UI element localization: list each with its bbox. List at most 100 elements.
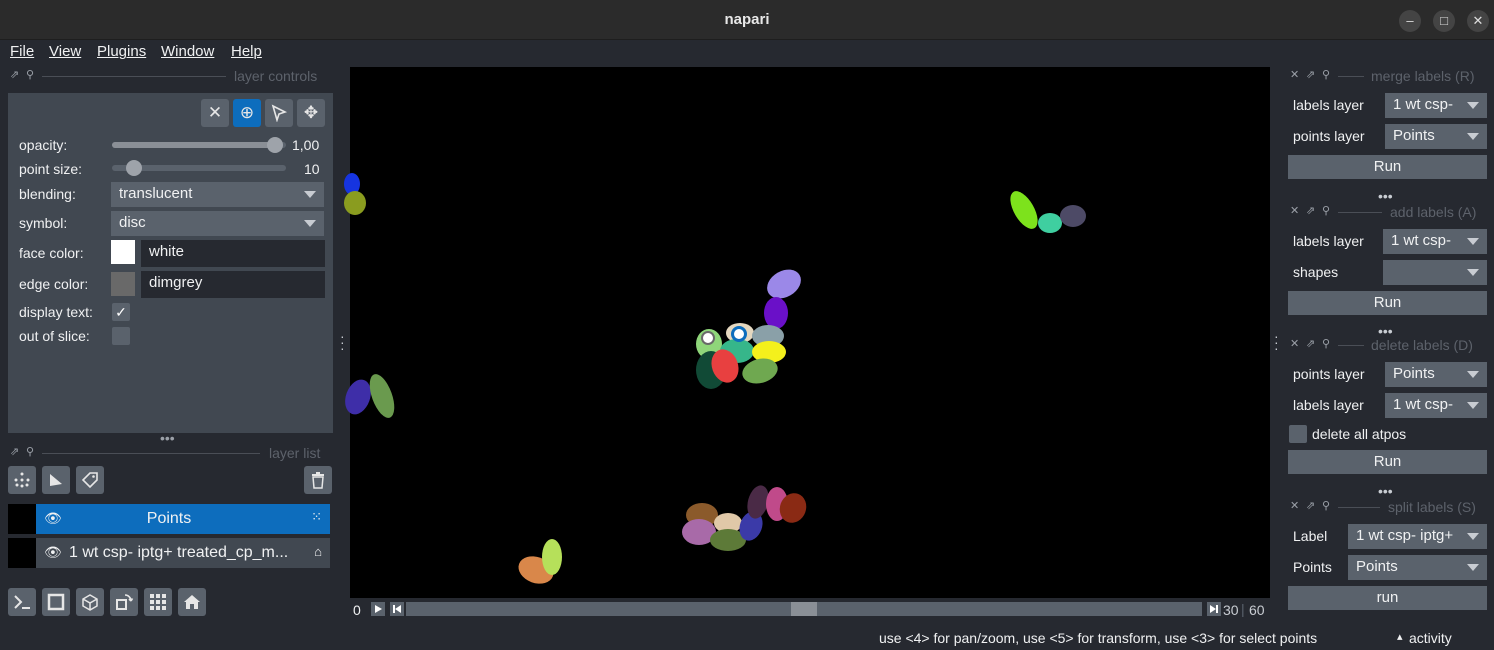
splitter-handle[interactable]: ••• xyxy=(160,430,175,446)
new-points-layer-icon[interactable] xyxy=(8,466,36,494)
image-canvas[interactable] xyxy=(340,67,1270,598)
merge-labels-layer-dropdown[interactable]: 1 wt csp- xyxy=(1385,93,1487,118)
activity-button[interactable]: activity xyxy=(1409,630,1452,646)
points-icon: ⁙ xyxy=(311,509,322,524)
label-icon: ⌂ xyxy=(314,544,322,559)
close-icon[interactable]: ✕ xyxy=(1467,10,1489,32)
merge-points-layer-value: Points xyxy=(1393,127,1435,144)
maximize-icon[interactable]: □ xyxy=(1433,10,1455,32)
point-marker-selected[interactable] xyxy=(731,326,747,342)
left-splitter-handle[interactable]: · · · xyxy=(340,329,346,355)
step-forward-icon[interactable] xyxy=(1207,602,1221,616)
layer-controls-panel: ✕ ⊕ ✥ opacity: 1,00 point size: 10 blend… xyxy=(8,93,333,433)
console-icon[interactable] xyxy=(8,588,36,616)
menu-window[interactable]: Window xyxy=(161,43,214,60)
out-of-slice-checkbox[interactable] xyxy=(112,327,130,345)
dims-slider-bar: 0 30 | 60 xyxy=(350,600,1270,620)
chevron-down-icon xyxy=(1467,402,1479,409)
float-icon[interactable]: ⇗ xyxy=(1306,337,1315,350)
dock-search-icon[interactable]: ⚲ xyxy=(1322,68,1330,81)
blending-dropdown[interactable]: translucent xyxy=(111,182,324,207)
point-marker[interactable] xyxy=(701,331,715,345)
status-bar: use <4> for pan/zoom, use <5> for transf… xyxy=(0,626,1494,650)
menu-view[interactable]: View xyxy=(49,43,81,60)
float-icon[interactable]: ⇗ xyxy=(10,445,19,458)
point-size-slider-handle[interactable] xyxy=(126,160,142,176)
delete-labels-layer-dropdown[interactable]: 1 wt csp- xyxy=(1385,393,1487,418)
menu-help[interactable]: Help xyxy=(231,43,262,60)
step-back-icon[interactable] xyxy=(390,602,404,616)
add-shapes-dropdown[interactable] xyxy=(1383,260,1487,285)
edge-color-input[interactable]: dimgrey xyxy=(141,271,325,298)
float-icon[interactable]: ⇗ xyxy=(1306,204,1315,217)
eye-icon[interactable]: 👁 xyxy=(44,544,62,561)
split-run-button[interactable]: run xyxy=(1288,586,1487,610)
layer-row-labels[interactable]: 👁 1 wt csp- iptg+ treated_cp_m... ⌂ xyxy=(8,538,330,568)
face-color-swatch[interactable] xyxy=(111,240,135,264)
minimize-icon[interactable]: – xyxy=(1399,10,1421,32)
float-icon[interactable]: ⇗ xyxy=(1306,68,1315,81)
delete-all-checkbox[interactable] xyxy=(1289,425,1307,443)
symbol-label: symbol: xyxy=(19,215,68,231)
ndisplay-2d-icon[interactable] xyxy=(42,588,70,616)
close-icon[interactable]: ✕ xyxy=(1290,68,1299,81)
split-label-dropdown[interactable]: 1 wt csp- iptg+ xyxy=(1348,524,1487,549)
merge-labels-header: ✕ ⇗ ⚲ merge labels (R) xyxy=(1288,68,1484,84)
add-labels-header: ✕ ⇗ ⚲ add labels (A) xyxy=(1288,204,1484,220)
float-icon[interactable]: ⇗ xyxy=(10,68,19,81)
pan-zoom-icon[interactable]: ✥ xyxy=(297,99,325,127)
display-text-checkbox[interactable]: ✓ xyxy=(112,303,130,321)
face-color-input[interactable]: white xyxy=(141,240,325,267)
close-icon[interactable]: ✕ xyxy=(1290,337,1299,350)
edge-color-value: dimgrey xyxy=(149,274,203,291)
select-points-icon[interactable] xyxy=(265,99,293,127)
float-icon[interactable]: ⇗ xyxy=(1306,499,1315,512)
merge-run-button[interactable]: Run xyxy=(1288,155,1487,179)
split-label-label: Label xyxy=(1293,528,1328,544)
split-points-dropdown[interactable]: Points xyxy=(1348,555,1487,580)
dims-current: 0 xyxy=(353,602,361,618)
dock-search-icon[interactable]: ⚲ xyxy=(1322,337,1330,350)
delete-points-icon[interactable]: ✕ xyxy=(201,99,229,127)
opacity-slider-handle[interactable] xyxy=(267,137,283,153)
point-size-value: 10 xyxy=(304,161,320,177)
menu-file[interactable]: File xyxy=(10,43,34,60)
play-icon[interactable] xyxy=(371,602,385,616)
menu-plugins[interactable]: Plugins xyxy=(97,43,146,60)
window-titlebar: napari – □ ✕ xyxy=(0,0,1494,40)
home-icon[interactable] xyxy=(178,588,206,616)
chevron-down-icon xyxy=(1467,564,1479,571)
symbol-dropdown[interactable]: disc xyxy=(111,211,324,236)
grid-view-icon[interactable] xyxy=(144,588,172,616)
label-blob xyxy=(761,263,807,305)
dock-search-icon[interactable]: ⚲ xyxy=(26,445,34,458)
layer-row-points[interactable]: 👁 Points ⁙ xyxy=(8,504,330,534)
close-icon[interactable]: ✕ xyxy=(1290,204,1299,217)
transpose-icon[interactable] xyxy=(110,588,138,616)
dims-slider-handle[interactable] xyxy=(791,602,817,616)
new-shapes-layer-icon[interactable] xyxy=(42,466,70,494)
add-run-button[interactable]: Run xyxy=(1288,291,1487,315)
add-labels-layer-dropdown[interactable]: 1 wt csp- xyxy=(1383,229,1487,254)
edge-color-swatch[interactable] xyxy=(111,272,135,296)
dock-search-icon[interactable]: ⚲ xyxy=(26,68,34,81)
dock-search-icon[interactable]: ⚲ xyxy=(1322,499,1330,512)
chevron-up-icon[interactable]: ▴ xyxy=(1397,630,1403,643)
edge-color-label: edge color: xyxy=(19,276,89,292)
delete-points-layer-dropdown[interactable]: Points xyxy=(1385,362,1487,387)
splitter-handle[interactable]: ••• xyxy=(1378,483,1393,499)
menu-bar: File View Plugins Window Help xyxy=(0,40,1494,66)
new-labels-layer-icon[interactable] xyxy=(76,466,104,494)
right-splitter-handle[interactable]: · · · xyxy=(1274,329,1280,355)
splitter-handle[interactable]: ••• xyxy=(1378,188,1393,204)
merge-points-layer-dropdown[interactable]: Points xyxy=(1385,124,1487,149)
roll-dims-icon[interactable] xyxy=(76,588,104,616)
close-icon[interactable]: ✕ xyxy=(1290,499,1299,512)
header-divider xyxy=(42,76,226,77)
delete-run-button[interactable]: Run xyxy=(1288,450,1487,474)
label-blob xyxy=(1060,205,1086,227)
delete-layer-icon[interactable] xyxy=(304,466,332,494)
face-color-label: face color: xyxy=(19,245,84,261)
add-points-icon[interactable]: ⊕ xyxy=(233,99,261,127)
dock-search-icon[interactable]: ⚲ xyxy=(1322,204,1330,217)
